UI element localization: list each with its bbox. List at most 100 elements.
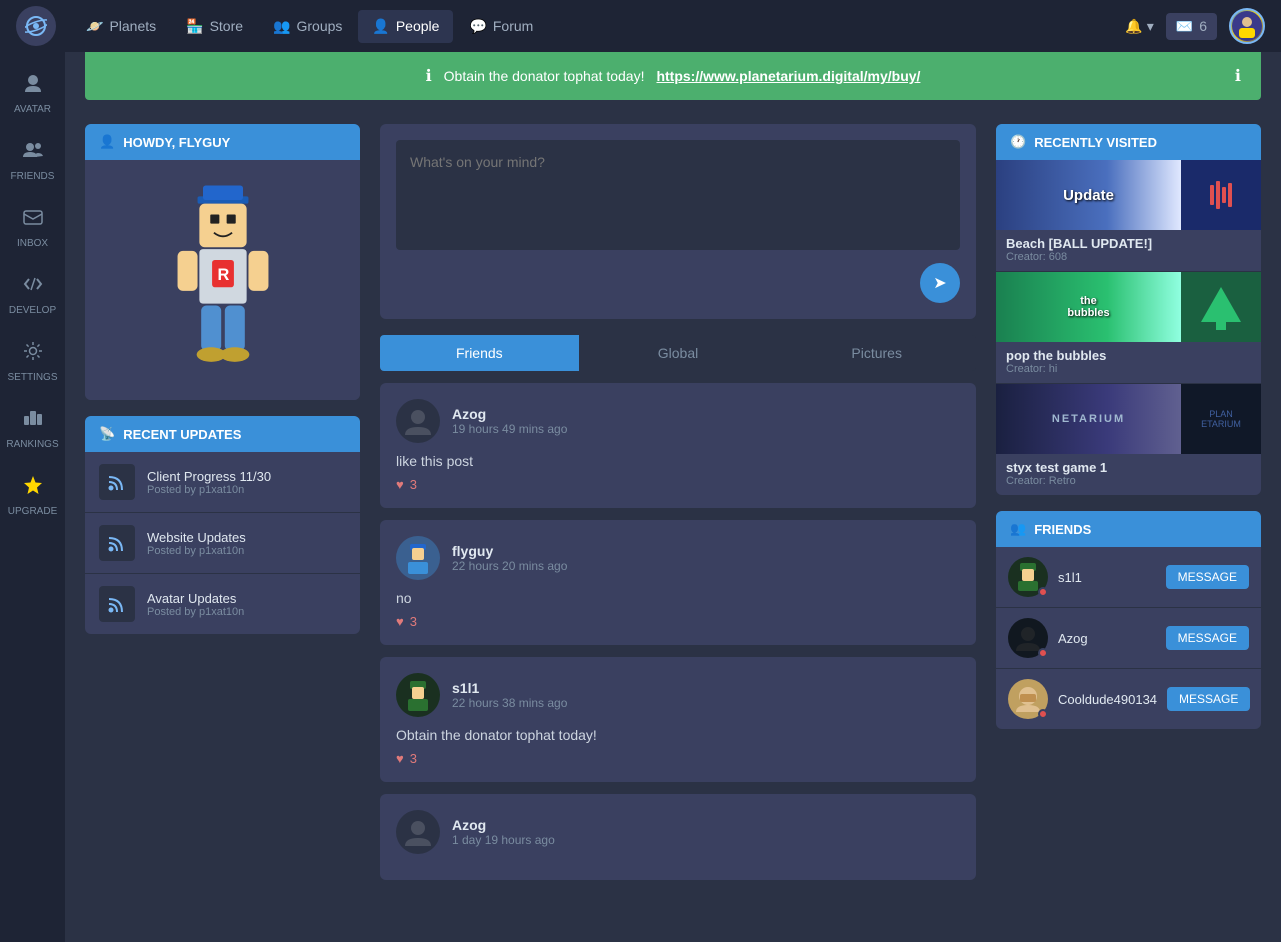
- notifications-bell[interactable]: 🔔 ▾: [1125, 18, 1153, 35]
- post-avatar-3[interactable]: [396, 810, 440, 854]
- post-header-3: Azog 1 day 19 hours ago: [396, 810, 960, 854]
- nav-planets[interactable]: 🪐 Planets: [72, 10, 170, 43]
- howdy-user-icon: 👤: [99, 134, 115, 150]
- post-card-1: flyguy 22 hours 20 mins ago no ♥ 3: [380, 520, 976, 645]
- feed-tabs: Friends Global Pictures: [380, 335, 976, 371]
- banner-icon-left: ℹ: [426, 66, 432, 86]
- update-item-2[interactable]: Avatar Updates Posted by p1xat10n: [85, 574, 360, 634]
- recently-visited-card: 🕐 RECENTLY VISITED Update: [996, 124, 1261, 495]
- nav-store[interactable]: 🏪 Store: [172, 10, 257, 43]
- rankings-sidebar-icon: [22, 407, 44, 435]
- friend-message-button-1[interactable]: MESSAGE: [1166, 626, 1249, 650]
- update-text-0: Client Progress 11/30 Posted by p1xat10n: [147, 469, 271, 496]
- recently-item-info-0: Beach [BALL UPDATE!] Creator: 608: [996, 230, 1261, 271]
- friend-avatar-1: [1008, 618, 1048, 658]
- left-panel: 👤 HOWDY, FLYGUY: [85, 124, 360, 892]
- friend-online-dot-0: [1038, 587, 1048, 597]
- post-time-0: 19 hours 49 mins ago: [452, 422, 960, 436]
- sidebar-item-inbox[interactable]: INBOX: [0, 196, 65, 259]
- messages-button[interactable]: ✉️ 6: [1166, 13, 1217, 40]
- post-body-0: like this post: [396, 453, 960, 469]
- chevron-down-icon: ▾: [1147, 18, 1154, 35]
- sidebar-item-upgrade[interactable]: UPGRADE: [0, 464, 65, 527]
- recently-icon: 🕐: [1010, 134, 1026, 150]
- recently-img-0: Update: [996, 160, 1261, 230]
- howdy-title: HOWDY, FLYGUY: [123, 135, 230, 150]
- recently-img-2: NETARIUM PLANETARIUM: [996, 384, 1261, 454]
- nav-groups-label: Groups: [296, 18, 342, 34]
- post-card-2: s1l1 22 hours 38 mins ago Obtain the don…: [380, 657, 976, 782]
- post-user-info-1: flyguy 22 hours 20 mins ago: [452, 543, 960, 573]
- tab-pictures[interactable]: Pictures: [777, 335, 976, 371]
- forum-icon: 💬: [469, 18, 486, 35]
- friend-message-button-0[interactable]: MESSAGE: [1166, 565, 1249, 589]
- sidebar-item-rankings[interactable]: RANKINGS: [0, 397, 65, 460]
- heart-icon-0[interactable]: ♥: [396, 477, 404, 492]
- post-username-0: Azog: [452, 406, 960, 422]
- post-card-3: Azog 1 day 19 hours ago: [380, 794, 976, 880]
- bell-icon: 🔔: [1125, 18, 1142, 35]
- friend-message-button-2[interactable]: MESSAGE: [1167, 687, 1250, 711]
- upgrade-sidebar-icon: [22, 474, 44, 502]
- update-item-0[interactable]: Client Progress 11/30 Posted by p1xat10n: [85, 452, 360, 513]
- post-avatar-0[interactable]: [396, 399, 440, 443]
- people-icon: 👤: [372, 18, 389, 35]
- recently-item-2[interactable]: NETARIUM PLANETARIUM styx test game 1 Cr…: [996, 384, 1261, 495]
- sidebar-upgrade-label: UPGRADE: [8, 506, 57, 517]
- post-username-3: Azog: [452, 817, 960, 833]
- topnav-right: 🔔 ▾ ✉️ 6: [1125, 8, 1265, 44]
- logo-button[interactable]: [16, 6, 56, 46]
- recently-item-1[interactable]: thebubbles pop the bubbles Creator: hi: [996, 272, 1261, 383]
- sidebar-item-settings[interactable]: SETTINGS: [0, 330, 65, 393]
- update-item-1[interactable]: Website Updates Posted by p1xat10n: [85, 513, 360, 574]
- friend-name-1: Azog: [1058, 631, 1156, 646]
- post-header-0: Azog 19 hours 49 mins ago: [396, 399, 960, 443]
- post-likes-0: ♥ 3: [396, 477, 960, 492]
- sidebar-develop-label: DEVELOP: [9, 305, 56, 316]
- friend-avatar-0: [1008, 557, 1048, 597]
- user-avatar-button[interactable]: [1229, 8, 1265, 44]
- sidebar-item-avatar[interactable]: AVATAR: [0, 62, 65, 125]
- post-header-2: s1l1 22 hours 38 mins ago: [396, 673, 960, 717]
- promo-banner: ℹ Obtain the donator tophat today! https…: [85, 52, 1261, 100]
- updates-icon: 📡: [99, 426, 115, 442]
- settings-sidebar-icon: [22, 340, 44, 368]
- post-body-1: no: [396, 590, 960, 606]
- nav-people[interactable]: 👤 People: [358, 10, 453, 43]
- post-likes-count-2: 3: [410, 751, 417, 766]
- svg-text:R: R: [217, 266, 229, 284]
- store-icon: 🏪: [186, 18, 203, 35]
- sidebar-item-friends[interactable]: FRIENDS: [0, 129, 65, 192]
- post-username-1: flyguy: [452, 543, 960, 559]
- planet-icon: 🪐: [86, 18, 103, 35]
- post-user-info-3: Azog 1 day 19 hours ago: [452, 817, 960, 847]
- heart-icon-2[interactable]: ♥: [396, 751, 404, 766]
- post-body-2: Obtain the donator tophat today!: [396, 727, 960, 743]
- updates-header: 📡 RECENT UPDATES: [85, 416, 360, 452]
- post-actions: ➤: [396, 263, 960, 303]
- banner-link[interactable]: https://www.planetarium.digital/my/buy/: [656, 68, 920, 84]
- friend-name-0: s1l1: [1058, 570, 1156, 585]
- friends-header-icon: 👥: [1010, 521, 1026, 537]
- recently-item-title-1: pop the bubbles: [1006, 348, 1251, 363]
- update-rss-icon-0: [99, 464, 135, 500]
- nav-forum[interactable]: 💬 Forum: [455, 10, 547, 43]
- recently-item-0[interactable]: Update Beach [: [996, 160, 1261, 271]
- topnav: 🪐 Planets 🏪 Store 👥 Groups 👤 People 💬 Fo…: [0, 0, 1281, 52]
- post-send-button[interactable]: ➤: [920, 263, 960, 303]
- recently-img-left-1: thebubbles: [996, 272, 1181, 342]
- tab-global[interactable]: Global: [579, 335, 778, 371]
- main-content: ℹ Obtain the donator tophat today! https…: [65, 52, 1281, 912]
- nav-groups[interactable]: 👥 Groups: [259, 10, 356, 43]
- friends-title: FRIENDS: [1034, 522, 1091, 537]
- character-display: R: [85, 160, 360, 400]
- post-avatar-2[interactable]: [396, 673, 440, 717]
- post-avatar-1[interactable]: [396, 536, 440, 580]
- recently-item-title-2: styx test game 1: [1006, 460, 1251, 475]
- heart-icon-1[interactable]: ♥: [396, 614, 404, 629]
- friends-header: 👥 FRIENDS: [996, 511, 1261, 547]
- sidebar-item-develop[interactable]: DEVELOP: [0, 263, 65, 326]
- tab-friends[interactable]: Friends: [380, 335, 579, 371]
- sidebar-inbox-label: INBOX: [17, 238, 48, 249]
- post-input[interactable]: [396, 140, 960, 250]
